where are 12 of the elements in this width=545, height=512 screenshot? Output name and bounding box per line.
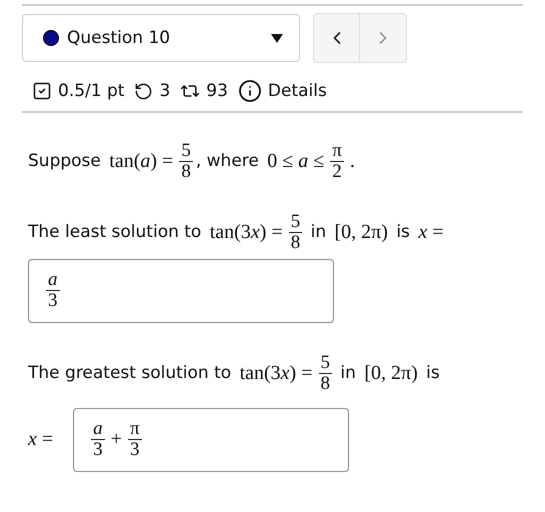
answer-field[interactable]: a 3 (28, 258, 334, 323)
attempts-text: 93 (206, 81, 228, 101)
info-icon (238, 79, 262, 103)
score-text: 0.5/1 pt (58, 81, 124, 101)
variable-label: x = (28, 428, 54, 452)
retries-text: 3 (159, 81, 170, 101)
question-select[interactable]: Question 10 (22, 14, 300, 62)
previous-button[interactable] (314, 14, 360, 62)
checkbox-icon (32, 81, 52, 101)
retry-icon (134, 82, 154, 100)
caret-icon (271, 34, 283, 42)
details-link[interactable]: Details (268, 81, 327, 101)
